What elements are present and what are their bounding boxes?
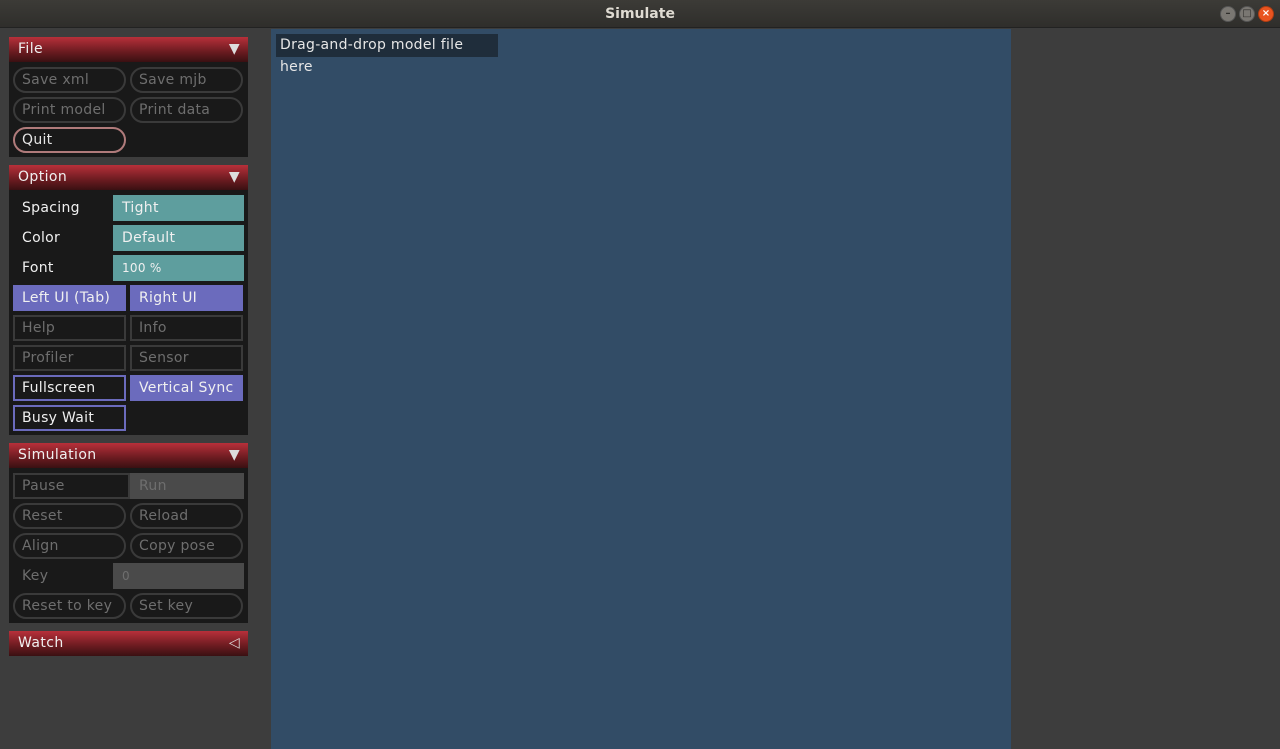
minimize-icon[interactable]: – [1220,6,1236,22]
file-section: File ▼ Save xml Save mjb Print model Pri… [9,37,248,157]
spacing-select[interactable]: Tight [113,195,244,221]
close-icon[interactable]: × [1258,6,1274,22]
run-radio[interactable]: Run [130,473,244,499]
maximize-icon[interactable]: □ [1239,6,1255,22]
window-controls: – □ × [1220,6,1274,22]
simulation-section-header[interactable]: Simulation ▼ [9,443,248,468]
save-mjb-button[interactable]: Save mjb [130,67,243,93]
print-model-button[interactable]: Print model [13,97,126,123]
window-title: Simulate [605,6,675,22]
right-ui-toggle[interactable]: Right UI [130,285,243,311]
align-button[interactable]: Align [13,533,126,559]
key-label: Key [22,568,49,584]
option-section-header[interactable]: Option ▼ [9,165,248,190]
busy-wait-toggle[interactable]: Busy Wait [13,405,126,431]
pause-radio[interactable]: Pause [13,473,130,499]
sensor-toggle[interactable]: Sensor [130,345,243,371]
reset-to-key-button[interactable]: Reset to key [13,593,126,619]
right-ui-panel [1011,29,1280,749]
file-section-title: File [18,41,44,57]
color-select[interactable]: Default [113,225,244,251]
file-section-header[interactable]: File ▼ [9,37,248,62]
watch-section-title: Watch [18,635,64,651]
simulation-section-title: Simulation [18,447,97,463]
window-titlebar: Simulate – □ × [0,0,1280,28]
reload-button[interactable]: Reload [130,503,243,529]
color-label: Color [22,230,61,246]
3d-viewport[interactable]: Drag-and-drop model file here [271,29,1011,749]
expand-triangle-icon[interactable]: ◁ [229,631,240,656]
watch-section-header[interactable]: Watch ◁ [9,631,248,656]
left-ui-toggle[interactable]: Left UI (Tab) [13,285,126,311]
left-ui-panel: File ▼ Save xml Save mjb Print model Pri… [0,29,271,749]
info-toggle[interactable]: Info [130,315,243,341]
font-label: Font [22,260,54,276]
spacing-label: Spacing [22,200,80,216]
vertical-sync-toggle[interactable]: Vertical Sync [130,375,243,401]
option-section: Option ▼ Spacing Tight Color Default Fon… [9,165,248,435]
fullscreen-toggle[interactable]: Fullscreen [13,375,126,401]
help-toggle[interactable]: Help [13,315,126,341]
reset-button[interactable]: Reset [13,503,126,529]
collapse-triangle-icon[interactable]: ▼ [229,37,240,62]
collapse-triangle-icon[interactable]: ▼ [229,165,240,190]
save-xml-button[interactable]: Save xml [13,67,126,93]
key-slider[interactable]: 0 [113,563,244,589]
collapse-triangle-icon[interactable]: ▼ [229,443,240,468]
profiler-toggle[interactable]: Profiler [13,345,126,371]
option-section-title: Option [18,169,68,185]
drag-drop-hint: Drag-and-drop model file here [276,34,498,75]
print-data-button[interactable]: Print data [130,97,243,123]
font-select[interactable]: 100 % [113,255,244,281]
simulation-section: Simulation ▼ Pause Run Reset Reload Alig… [9,443,248,623]
set-key-button[interactable]: Set key [130,593,243,619]
watch-section: Watch ◁ [9,631,248,656]
quit-button[interactable]: Quit [13,127,126,153]
copy-pose-button[interactable]: Copy pose [130,533,243,559]
